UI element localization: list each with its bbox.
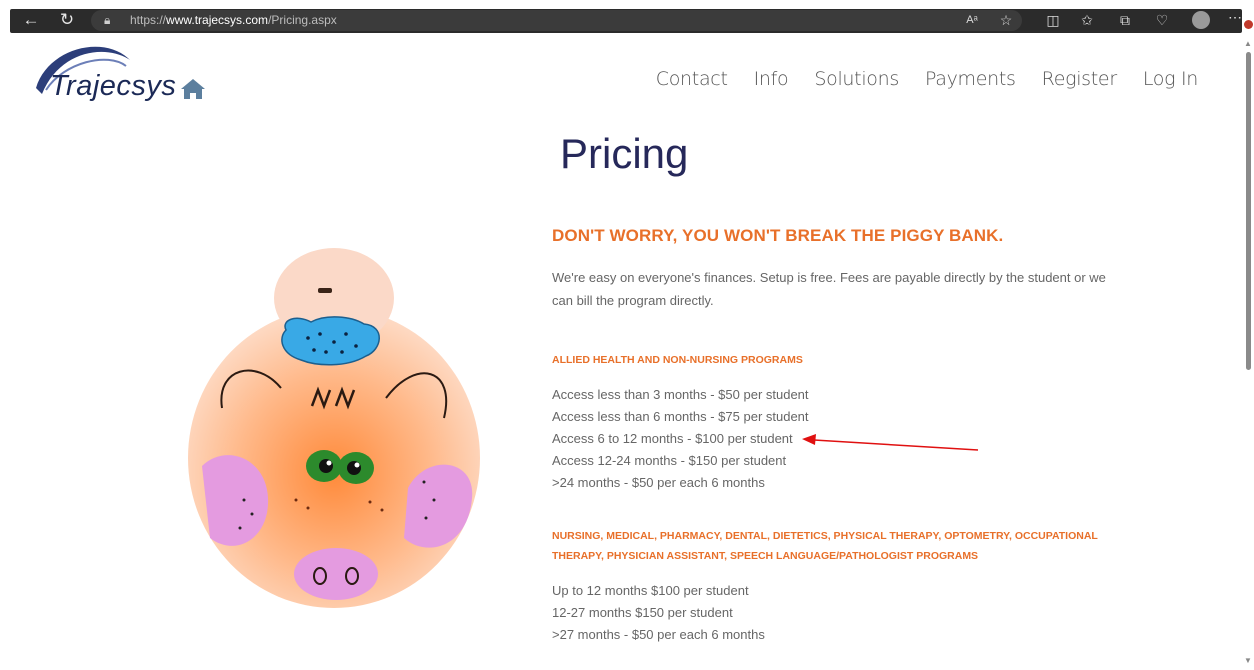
list-item: >27 months - $50 per each 6 months bbox=[552, 627, 765, 642]
address-bar-url[interactable]: https://www.trajecsys.com/Pricing.aspx bbox=[130, 12, 337, 28]
notification-badge bbox=[1244, 20, 1253, 29]
scroll-up-arrow-icon[interactable]: ▲ bbox=[1244, 39, 1252, 48]
back-icon[interactable]: ← bbox=[20, 10, 42, 30]
piggy-bank-image bbox=[188, 248, 480, 608]
home-icon[interactable] bbox=[180, 78, 206, 100]
url-scheme: https:// bbox=[130, 13, 167, 27]
nav-contact[interactable]: Contact bbox=[656, 68, 728, 90]
scroll-down-arrow-icon[interactable]: ▼ bbox=[1244, 656, 1252, 665]
health-icon[interactable]: ♡ bbox=[1152, 10, 1172, 30]
list-item: >24 months - $50 per each 6 months bbox=[552, 475, 765, 490]
list-item: Up to 12 months $100 per student bbox=[552, 583, 749, 598]
nav-solutions[interactable]: Solutions bbox=[814, 68, 899, 90]
more-icon[interactable]: ⋯ bbox=[1228, 9, 1242, 26]
favorite-star-icon[interactable]: ☆ bbox=[996, 10, 1016, 30]
refresh-icon[interactable]: ↻ bbox=[56, 10, 78, 30]
nav-payments[interactable]: Payments bbox=[925, 68, 1016, 90]
nav-register[interactable]: Register bbox=[1042, 68, 1117, 90]
collections-icon[interactable]: ⧉ bbox=[1115, 10, 1135, 30]
lock-icon[interactable]: 🔒︎ bbox=[104, 11, 110, 29]
list-item: Access less than 3 months - $50 per stud… bbox=[552, 387, 809, 402]
browser-toolbar: ← ↻ 🔒︎ https://www.trajecsys.com/Pricing… bbox=[0, 0, 1254, 36]
split-screen-icon[interactable]: ◫ bbox=[1043, 10, 1063, 30]
pricing-intro: We're easy on everyone's finances. Setup… bbox=[552, 270, 1106, 308]
logo-text[interactable]: Trajecsys bbox=[50, 70, 176, 103]
annotation-arrow-icon bbox=[802, 434, 979, 451]
nursing-programs-price-list: Up to 12 months $100 per student 12-27 m… bbox=[552, 580, 1122, 646]
pricing-headline: DON'T WORRY, YOU WON'T BREAK THE PIGGY B… bbox=[552, 226, 1004, 245]
list-item: 12-27 months $150 per student bbox=[552, 605, 733, 620]
allied-health-heading: ALLIED HEALTH AND NON-NURSING PROGRAMS bbox=[552, 354, 803, 366]
profile-avatar[interactable] bbox=[1192, 11, 1210, 29]
nav-log-in[interactable]: Log In bbox=[1143, 68, 1198, 90]
url-path: /Pricing.aspx bbox=[268, 13, 337, 27]
nursing-programs-heading: NURSING, MEDICAL, PHARMACY, DENTAL, DIET… bbox=[552, 530, 1098, 562]
list-item: Access less than 6 months - $75 per stud… bbox=[552, 409, 809, 424]
url-host: www.trajecsys.com bbox=[166, 13, 269, 27]
favorites-list-icon[interactable]: ✩ bbox=[1077, 10, 1097, 30]
scrollbar-thumb[interactable] bbox=[1246, 52, 1251, 370]
main-nav: Contact Info Solutions Payments Register… bbox=[656, 68, 1199, 90]
nav-info[interactable]: Info bbox=[754, 68, 789, 90]
page-title: Pricing bbox=[560, 130, 689, 177]
read-aloud-icon[interactable]: Aᵃ bbox=[962, 10, 982, 30]
